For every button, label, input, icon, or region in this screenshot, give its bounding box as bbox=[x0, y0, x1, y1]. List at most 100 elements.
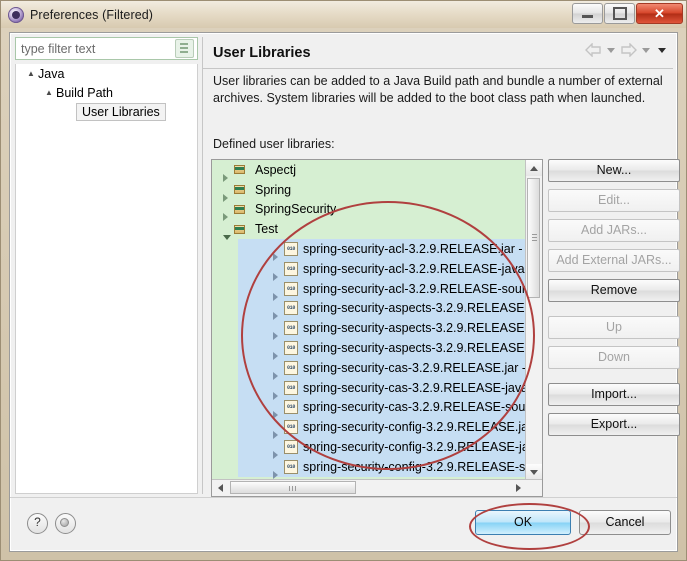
scroll-down-button[interactable] bbox=[526, 464, 542, 480]
jar-file-icon: 010 bbox=[284, 281, 298, 296]
tree-row-jar[interactable]: 010 spring-security-cas-3.2.9.RELEASE-sou… bbox=[238, 397, 526, 420]
triangle-up-icon bbox=[530, 165, 538, 171]
page-nav-buttons bbox=[585, 43, 669, 58]
jar-file-icon: 010 bbox=[284, 380, 298, 395]
tree-row-library[interactable]: Spring bbox=[212, 180, 526, 202]
back-dropdown-chevron-down-icon[interactable] bbox=[607, 48, 615, 53]
tree-row-label: spring-security-acl-3.2.9.RELEASE-javado… bbox=[303, 261, 526, 276]
jar-file-icon: 010 bbox=[284, 341, 298, 356]
title-bar: Preferences (Filtered) ✕ bbox=[1, 1, 686, 28]
tree-row-library[interactable]: Aspectj bbox=[212, 160, 526, 182]
dialog-body: type filter text ▲ Java ▲ Build Path Use… bbox=[9, 32, 680, 552]
sidebar-item-label: Java bbox=[38, 66, 65, 81]
filter-icon[interactable] bbox=[175, 39, 194, 58]
ok-button[interactable]: OK bbox=[475, 510, 571, 535]
tree-row-label: spring-security-acl-3.2.9.RELEASE.jar - … bbox=[303, 242, 526, 257]
filter-box[interactable]: type filter text bbox=[15, 37, 198, 60]
sidebar-item-build-path[interactable]: ▲ Build Path bbox=[16, 83, 197, 102]
triangle-right-icon bbox=[515, 483, 521, 492]
tree-row-jar[interactable]: 010 spring-security-acl-3.2.9.RELEASE-jav… bbox=[238, 258, 526, 281]
tree-row-label: spring-security-cas-3.2.9.RELEASE-javado… bbox=[303, 380, 526, 395]
library-icon bbox=[234, 223, 250, 236]
jar-file-icon: 010 bbox=[284, 360, 298, 375]
library-action-buttons: New... Edit... Add JARs... Add External JAR… bbox=[548, 159, 680, 443]
tree-rows-container: Aspectj Spring SpringSecurity Test 010 spring… bbox=[212, 160, 526, 480]
tree-row-label: spring-security-aspects-3.2.9.RELEASE-ja… bbox=[303, 321, 526, 336]
tree-row-label: spring-security-aspects-3.2.9.RELEASE-so… bbox=[303, 341, 526, 356]
dialog-upper-area: type filter text ▲ Java ▲ Build Path Use… bbox=[10, 33, 680, 498]
minimize-icon bbox=[582, 15, 593, 18]
tree-vertical-scrollbar[interactable] bbox=[525, 160, 542, 480]
page-description: User libraries can be added to a Java Bu… bbox=[213, 74, 663, 105]
sidebar-item-user-libraries[interactable]: User Libraries bbox=[16, 102, 197, 121]
tree-row-label: spring-security-aspects-3.2.9.RELEASE.ja… bbox=[303, 301, 526, 316]
forward-arrow-icon[interactable] bbox=[620, 43, 637, 58]
tree-row-jar[interactable]: 010 spring-security-config-3.2.9.RELEASE.… bbox=[238, 417, 526, 440]
tree-row-jar[interactable]: 010 spring-security-aspects-3.2.9.RELEASE… bbox=[238, 338, 526, 361]
triangle-left-icon bbox=[217, 483, 223, 492]
tree-row-jar[interactable]: 010 spring-security-cas-3.2.9.RELEASE-jav… bbox=[238, 377, 526, 400]
tree-row-library[interactable]: SpringSecurity bbox=[212, 200, 526, 222]
user-libraries-tree[interactable]: Aspectj Spring SpringSecurity Test 010 spring… bbox=[211, 159, 543, 497]
sidebar-item-java[interactable]: ▲ Java bbox=[16, 64, 197, 83]
jar-file-icon: 010 bbox=[284, 440, 298, 455]
tree-row-label: Aspectj bbox=[255, 162, 296, 177]
minimize-button[interactable] bbox=[572, 3, 603, 24]
preferences-page-pane: User Libraries User libraries can be add… bbox=[202, 37, 680, 497]
remove-button[interactable]: Remove bbox=[548, 279, 680, 302]
jar-file-icon: 010 bbox=[284, 400, 298, 415]
preferences-tree[interactable]: ▲ Java ▲ Build Path User Libraries bbox=[15, 64, 198, 494]
help-button[interactable]: ? bbox=[27, 513, 48, 534]
tree-row-library[interactable]: Test bbox=[212, 219, 526, 241]
scroll-right-button[interactable] bbox=[510, 480, 526, 495]
forward-dropdown-chevron-down-icon[interactable] bbox=[642, 48, 650, 53]
apply-icon-button[interactable] bbox=[55, 513, 76, 534]
preferences-window: Preferences (Filtered) ✕ type filter tex… bbox=[0, 0, 687, 561]
jar-file-icon: 010 bbox=[284, 301, 298, 316]
window-title: Preferences (Filtered) bbox=[30, 7, 154, 22]
twisty-open-icon[interactable]: ▲ bbox=[42, 88, 56, 97]
tree-row-label: SpringSecurity bbox=[255, 202, 337, 217]
tree-row-label: spring-security-acl-3.2.9.RELEASE-source… bbox=[303, 281, 526, 296]
tree-row-jar[interactable]: 010 spring-security-acl-3.2.9.RELEASE.jar… bbox=[238, 239, 526, 262]
export-button[interactable]: Export... bbox=[548, 413, 680, 436]
maximize-button[interactable] bbox=[604, 3, 635, 24]
scroll-left-button[interactable] bbox=[212, 480, 228, 495]
tree-row-label: spring-security-config-3.2.9.RELEASE-jav… bbox=[303, 440, 526, 455]
library-icon bbox=[234, 203, 250, 216]
cancel-button[interactable]: Cancel bbox=[579, 510, 671, 535]
window-controls: ✕ bbox=[571, 3, 683, 24]
close-button[interactable]: ✕ bbox=[636, 3, 683, 24]
triangle-down-icon bbox=[530, 469, 538, 475]
tree-row-jar[interactable]: 010 spring-security-acl-3.2.9.RELEASE-sou… bbox=[238, 278, 526, 301]
tree-row-jar[interactable]: 010 spring-security-aspects-3.2.9.RELEASE… bbox=[238, 298, 526, 321]
import-button[interactable]: Import... bbox=[548, 383, 680, 406]
tree-row-jar[interactable]: 010 spring-security-config-3.2.9.RELEASE-… bbox=[238, 437, 526, 460]
scroll-up-button[interactable] bbox=[526, 160, 542, 176]
jar-file-icon: 010 bbox=[284, 261, 298, 276]
tree-row-jar[interactable]: 010 spring-security-aspects-3.2.9.RELEASE… bbox=[238, 318, 526, 341]
tree-row-jar[interactable]: 010 spring-security-cas-3.2.9.RELEASE.jar… bbox=[238, 357, 526, 380]
tree-row-label: Spring bbox=[255, 182, 292, 197]
jar-file-icon: 010 bbox=[284, 459, 298, 474]
sidebar-item-label: Build Path bbox=[56, 85, 113, 100]
vertical-scroll-thumb[interactable] bbox=[527, 178, 540, 298]
tree-row-label: spring-security-config-3.2.9.RELEASE-sou… bbox=[303, 459, 526, 474]
horizontal-scroll-thumb[interactable] bbox=[230, 481, 356, 494]
new-button[interactable]: New... bbox=[548, 159, 680, 182]
back-arrow-icon[interactable] bbox=[585, 43, 602, 58]
jar-file-icon: 010 bbox=[284, 242, 298, 257]
twisty-open-icon[interactable]: ▲ bbox=[24, 69, 38, 78]
tree-row-label: spring-security-cas-3.2.9.RELEASE-source… bbox=[303, 400, 526, 415]
search-input[interactable]: type filter text bbox=[16, 42, 175, 56]
sidebar-item-label: User Libraries bbox=[76, 102, 166, 121]
tree-horizontal-scrollbar[interactable] bbox=[212, 479, 542, 496]
maximize-icon bbox=[612, 7, 627, 20]
tree-row-jar[interactable]: 010 spring-security-config-3.2.9.RELEASE-… bbox=[238, 456, 526, 479]
view-menu-chevron-down-icon[interactable] bbox=[658, 48, 666, 53]
preferences-nav-pane: type filter text ▲ Java ▲ Build Path Use… bbox=[15, 37, 198, 494]
library-icon bbox=[234, 163, 250, 176]
library-icon bbox=[234, 183, 250, 196]
preferences-icon bbox=[8, 6, 24, 23]
page-header: User Libraries bbox=[203, 37, 673, 69]
